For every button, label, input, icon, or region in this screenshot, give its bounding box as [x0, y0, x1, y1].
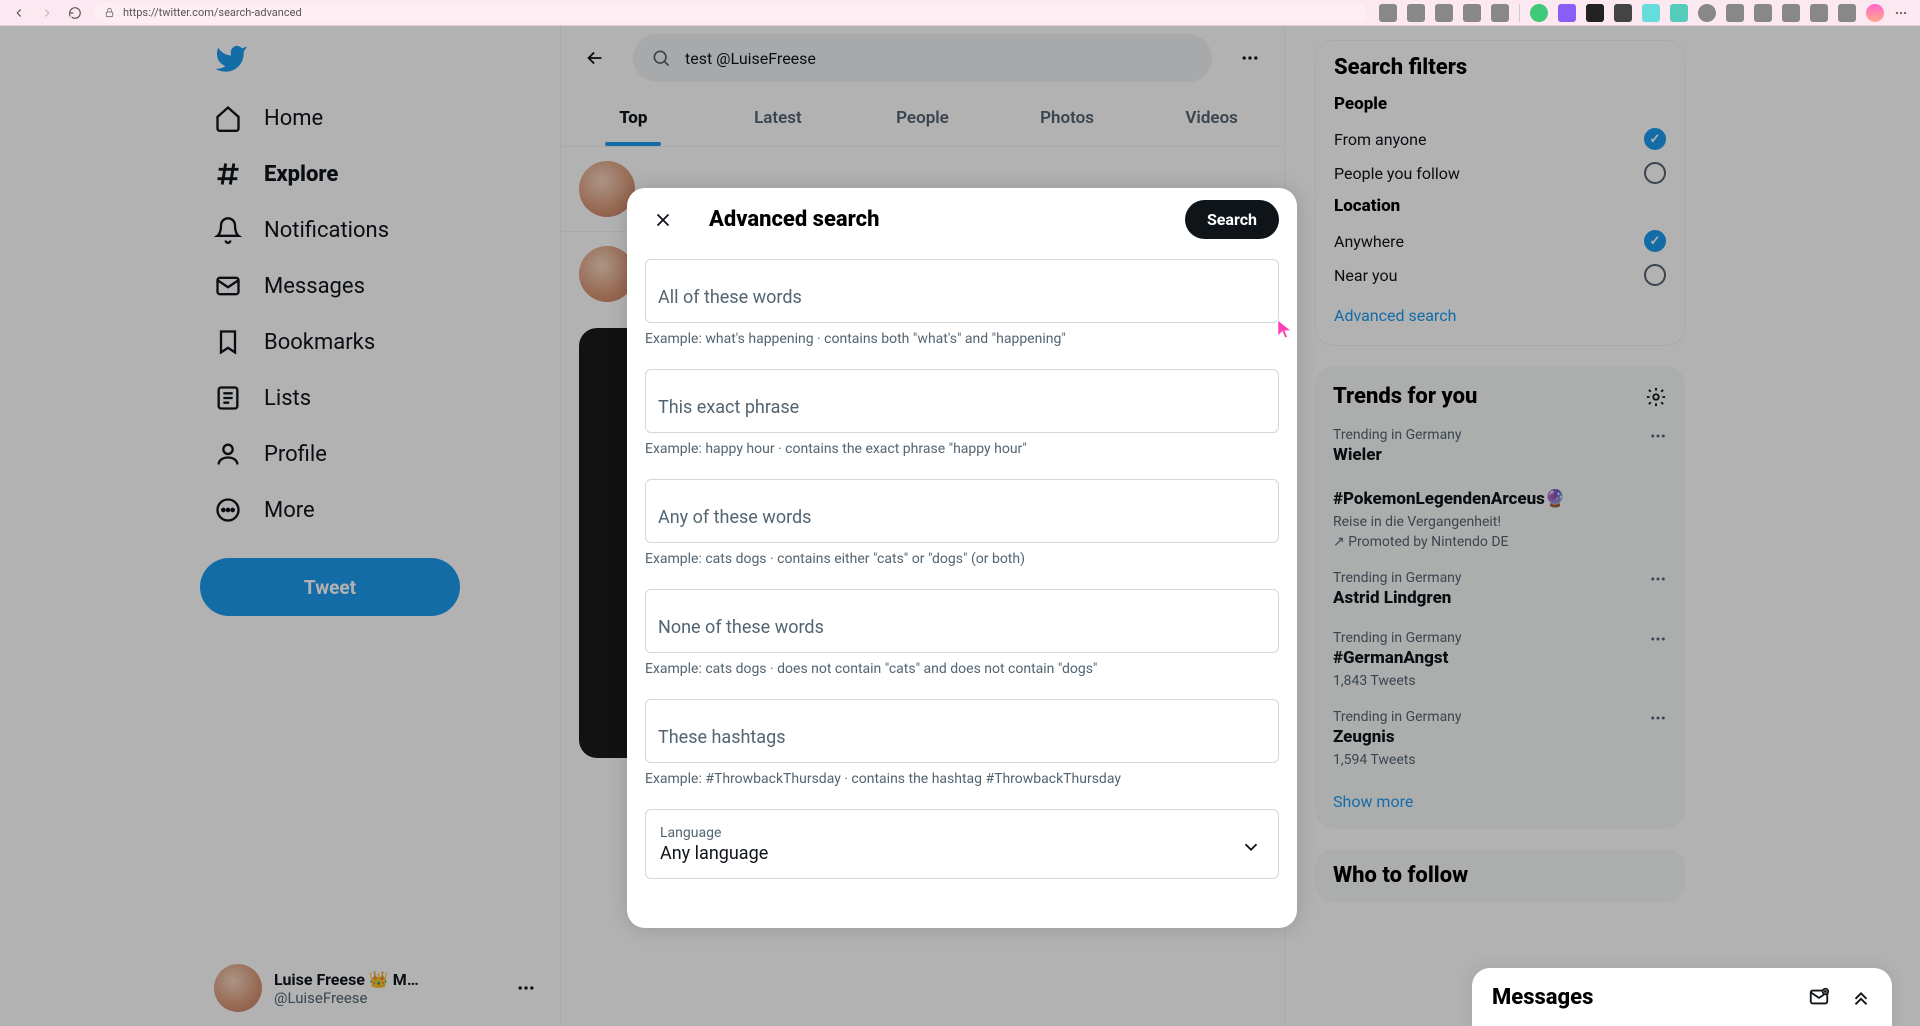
ext-icon[interactable]: [1491, 4, 1509, 22]
chevron-up-double-icon[interactable]: [1850, 986, 1872, 1008]
advanced-search-modal: Advanced search Search All of these word…: [627, 188, 1297, 928]
ext-icon[interactable]: [1754, 4, 1772, 22]
any-words-hint: Example: cats dogs · contains either "ca…: [645, 551, 1279, 567]
ext-icon[interactable]: [1782, 4, 1800, 22]
cursor-pointer-icon: [1276, 318, 1294, 340]
all-words-hint: Example: what's happening · contains bot…: [645, 331, 1279, 347]
ext-icon[interactable]: [1670, 4, 1688, 22]
browser-extensions: [1379, 4, 1908, 22]
language-dropdown[interactable]: Language Any language: [645, 809, 1279, 879]
ext-icon[interactable]: [1463, 4, 1481, 22]
ext-icon[interactable]: [1558, 4, 1576, 22]
all-words-input[interactable]: All of these words: [645, 259, 1279, 323]
exact-phrase-input[interactable]: This exact phrase: [645, 369, 1279, 433]
nav-back-icon[interactable]: [12, 6, 26, 20]
ext-icon[interactable]: [1586, 4, 1604, 22]
any-words-input[interactable]: Any of these words: [645, 479, 1279, 543]
nav-forward-icon[interactable]: [40, 6, 54, 20]
url-text: https://twitter.com/search-advanced: [123, 6, 302, 19]
ext-icon[interactable]: [1810, 4, 1828, 22]
ext-icon[interactable]: [1838, 4, 1856, 22]
lock-icon: [104, 7, 115, 18]
hashtags-hint: Example: #ThrowbackThursday · contains t…: [645, 771, 1279, 787]
messages-drawer[interactable]: Messages: [1472, 968, 1892, 1026]
nav-reload-icon[interactable]: [68, 6, 82, 20]
ext-icon[interactable]: [1642, 4, 1660, 22]
chevron-down-icon: [1240, 836, 1262, 858]
url-bar[interactable]: https://twitter.com/search-advanced: [94, 3, 1367, 23]
none-words-input[interactable]: None of these words: [645, 589, 1279, 653]
ext-icon[interactable]: [1407, 4, 1425, 22]
ext-icon[interactable]: [1530, 4, 1548, 22]
ext-icon[interactable]: [1866, 4, 1884, 22]
none-words-hint: Example: cats dogs · does not contain "c…: [645, 661, 1279, 677]
hashtags-input[interactable]: These hashtags: [645, 699, 1279, 763]
exact-phrase-hint: Example: happy hour · contains the exact…: [645, 441, 1279, 457]
close-icon: [652, 209, 674, 231]
browser-toolbar: https://twitter.com/search-advanced: [0, 0, 1920, 26]
overflow-icon[interactable]: [1894, 6, 1908, 20]
modal-title: Advanced search: [709, 207, 1157, 232]
ext-icon[interactable]: [1698, 4, 1716, 22]
search-button[interactable]: Search: [1185, 200, 1279, 239]
close-button[interactable]: [645, 202, 681, 238]
messages-title: Messages: [1492, 985, 1808, 1010]
ext-icon[interactable]: [1614, 4, 1632, 22]
ext-icon[interactable]: [1726, 4, 1744, 22]
ext-icon[interactable]: [1435, 4, 1453, 22]
new-message-icon[interactable]: [1808, 986, 1830, 1008]
ext-icon[interactable]: [1379, 4, 1397, 22]
